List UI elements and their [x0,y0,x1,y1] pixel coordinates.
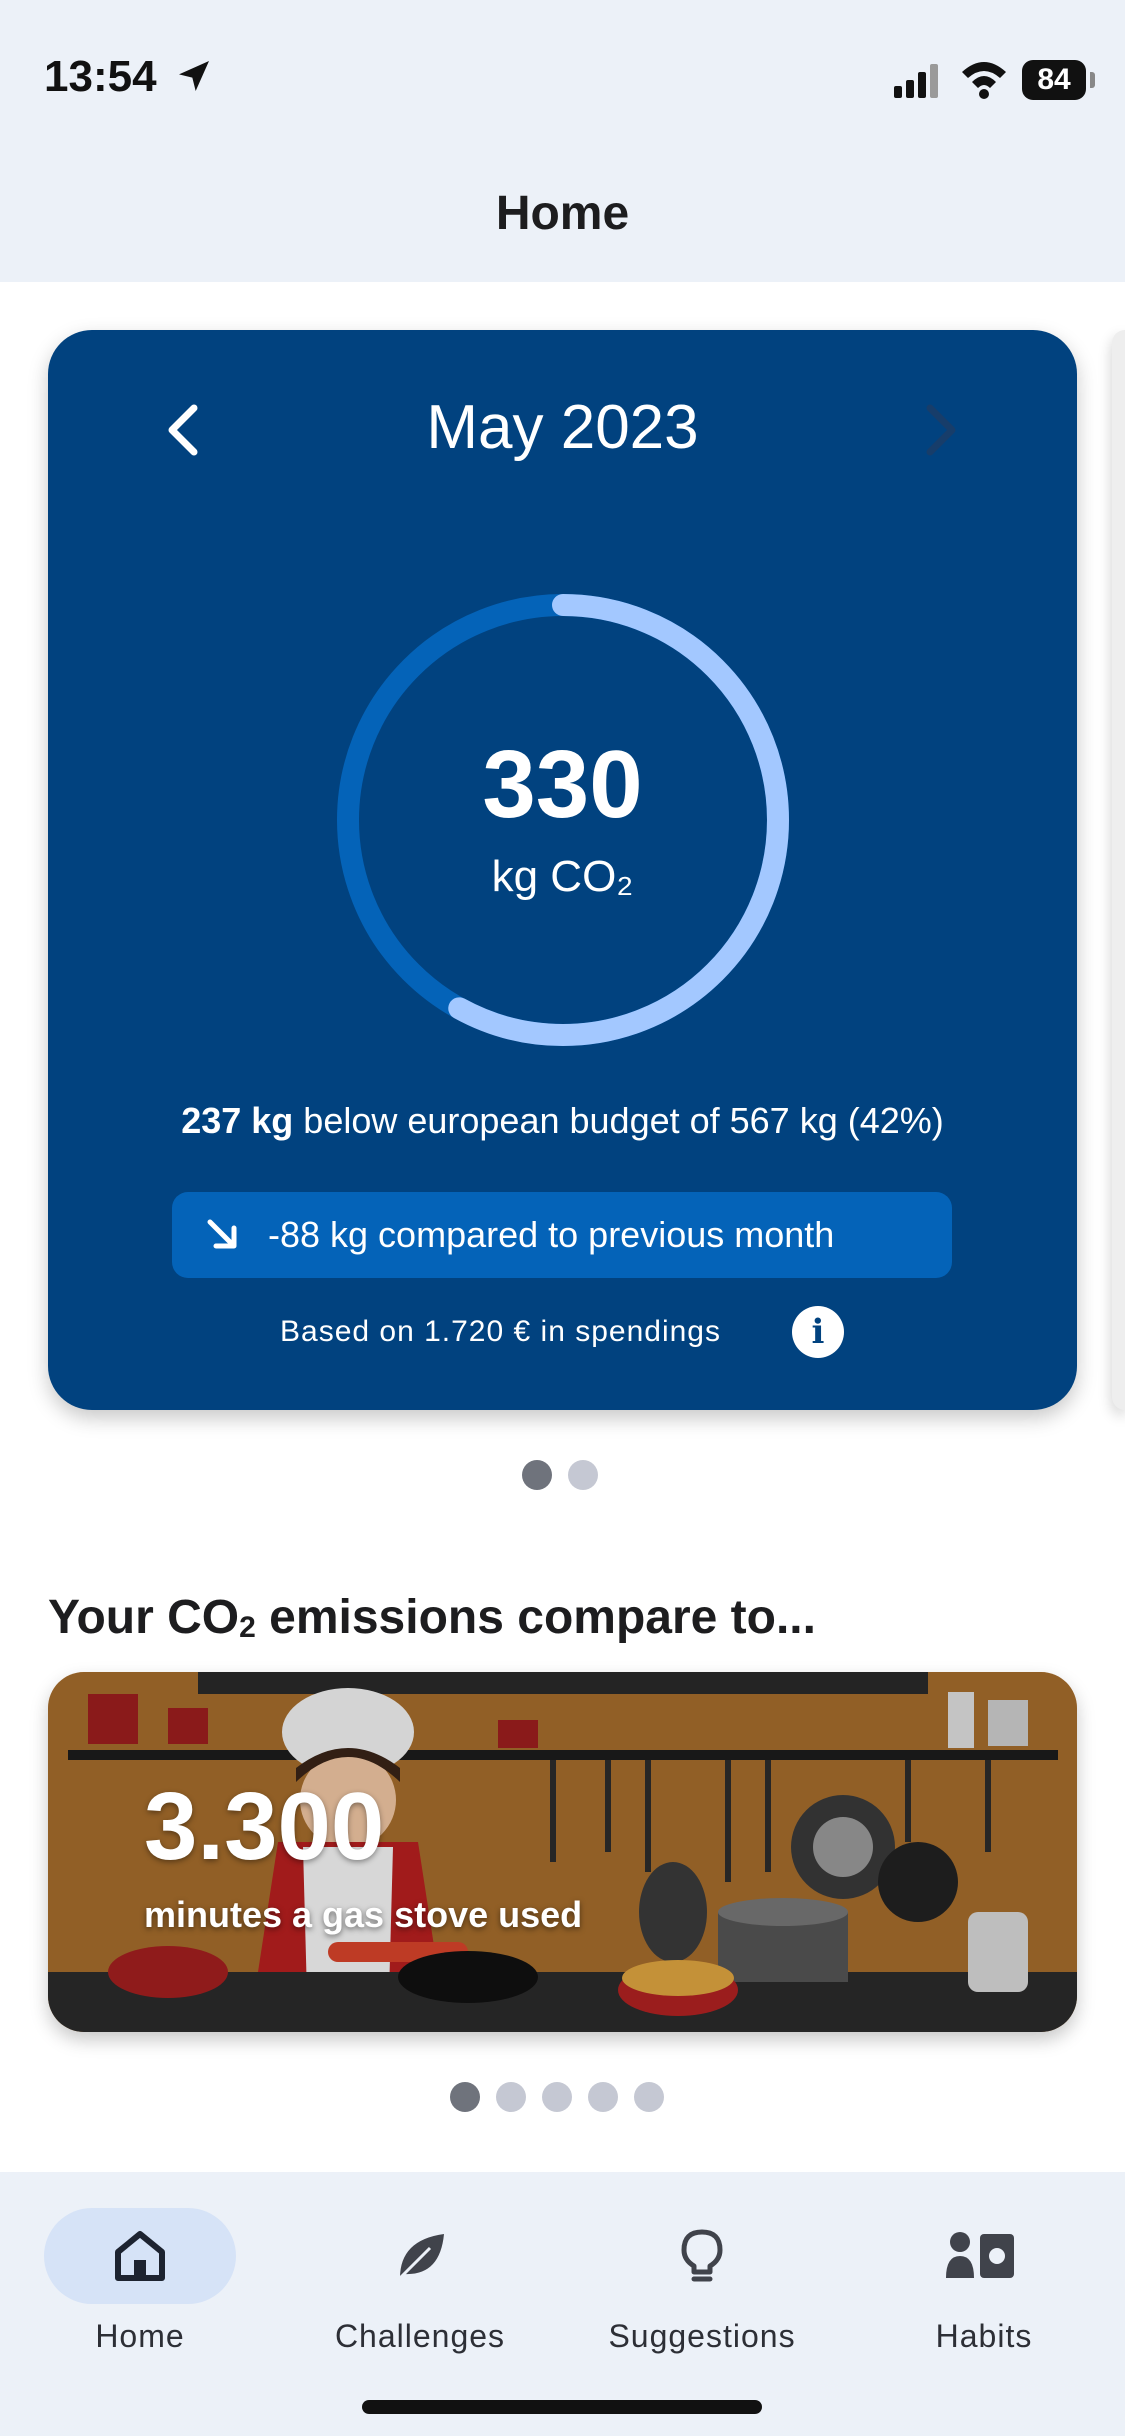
co2-unit: kg CO₂ [491,852,634,901]
page-title: Home [495,187,630,240]
tab-label-suggestions: Suggestions [608,2318,796,2354]
budget-amount: 237 kg [181,1100,294,1141]
budget-description: below european budget of 567 kg (42%) [293,1100,944,1141]
battery-tip [1090,72,1095,88]
tab-home[interactable]: Home [20,2208,260,2368]
wifi-icon [962,62,1006,99]
battery-indicator: 84 [1022,60,1086,100]
comparison-pager-dots[interactable] [450,2082,664,2112]
tab-label-home: Home [95,2318,185,2354]
lightbulb-icon [681,2229,723,2282]
pager-dot[interactable] [568,1460,598,1490]
comparison-value: 3.300 [144,1773,385,1880]
tab-label-challenges: Challenges [334,2318,506,2354]
pager-dot[interactable] [450,2082,480,2112]
home-indicator[interactable] [362,2400,762,2414]
spendings-text: Based on 1.720 € in spendings [280,1315,721,1348]
card-pager-dots[interactable] [522,1460,598,1490]
arrow-down-right-icon [207,1219,237,1249]
bottom-tab-bar: Home Challenges Suggestions Habits [0,2172,1125,2436]
comparison-label: minutes a gas stove used [144,1894,583,1935]
emissions-card[interactable]: May 2023 330 kg CO₂ 237 kg below europea… [48,330,1077,1410]
tab-suggestions[interactable]: Suggestions [582,2208,822,2368]
comparison-text: -88 kg compared to previous month [268,1214,835,1255]
pager-dot[interactable] [522,1460,552,1490]
tab-label-habits: Habits [935,2318,1033,2354]
leaf-icon [398,2234,444,2280]
pager-dot[interactable] [588,2082,618,2112]
chevron-right-icon [926,404,956,456]
next-card-peek[interactable] [1112,330,1125,1410]
habits-icon [946,2232,1014,2278]
home-icon [115,2231,165,2281]
pager-dot[interactable] [542,2082,572,2112]
tab-challenges[interactable]: Challenges [300,2208,540,2368]
pager-dot[interactable] [496,2082,526,2112]
title-prefix: Your CO [48,1591,240,1644]
info-icon[interactable]: i [792,1306,844,1358]
status-time: 13:54 [44,52,157,101]
title-suffix: emissions compare to... [255,1591,816,1644]
previous-month-comparison: -88 kg compared to previous month [172,1192,952,1278]
co2-value: 330 [482,731,643,838]
tab-habits[interactable]: Habits [864,2208,1104,2368]
top-bar: 13:54 84 Home [0,0,1125,282]
comparison-card[interactable]: 3.300 minutes a gas stove used [48,1672,1077,2032]
title-subscript: 2 [239,1611,256,1644]
location-arrow-icon [179,61,209,91]
comparison-section-title: Your CO2 emissions compare to... [48,1590,816,1645]
cellular-signal-icon [894,64,938,98]
pager-dot[interactable] [634,2082,664,2112]
budget-text: 237 kg below european budget of 567 kg (… [48,1100,1077,1142]
